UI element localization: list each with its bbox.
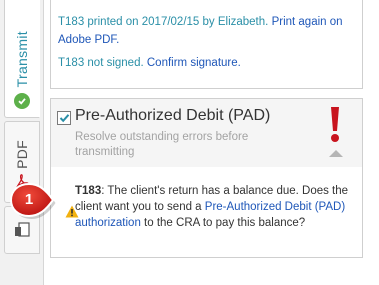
pad-card-header[interactable]: Pre-Authorized Debit (PAD) Resolve outst… — [51, 99, 362, 167]
printed-status-line: T183 printed on 2017/02/15 by Elizabeth.… — [58, 13, 362, 49]
tab-transmit[interactable]: Transmit — [4, 0, 40, 118]
printed-status-text: T183 printed on 2017/02/15 by Elizabeth. — [58, 16, 269, 28]
pad-subtitle: Resolve outstanding errors before transm… — [75, 131, 249, 158]
callout-badge: 1 — [0, 181, 58, 221]
pad-card: Pre-Authorized Debit (PAD) Resolve outst… — [50, 98, 363, 258]
sidebar: Transmit PDF — [0, 0, 44, 285]
confirm-signature-link[interactable]: Confirm signature. — [147, 57, 241, 69]
callout-number: 1 — [24, 191, 34, 208]
document-icon — [13, 222, 31, 243]
transmit-status-card: T183 printed on 2017/02/15 by Elizabeth.… — [50, 0, 363, 89]
tab-pdf-label: PDF — [14, 140, 30, 169]
check-circle-icon — [14, 93, 30, 109]
chevron-up-icon[interactable] — [327, 146, 345, 164]
pad-title: Pre-Authorized Debit (PAD) — [75, 107, 271, 124]
pad-message-form: T183 — [75, 185, 102, 197]
signature-status-text: T183 not signed. — [58, 57, 144, 69]
pad-message-text-2: to the CRA to pay this balance? — [140, 217, 306, 229]
exclamation-icon — [328, 105, 342, 149]
pad-message: T183: The client's return has a balance … — [75, 183, 355, 231]
signature-status-line: T183 not signed. Confirm signature. — [58, 54, 362, 72]
tab-transmit-label: Transmit — [14, 30, 30, 87]
pad-checkbox[interactable] — [57, 111, 71, 125]
